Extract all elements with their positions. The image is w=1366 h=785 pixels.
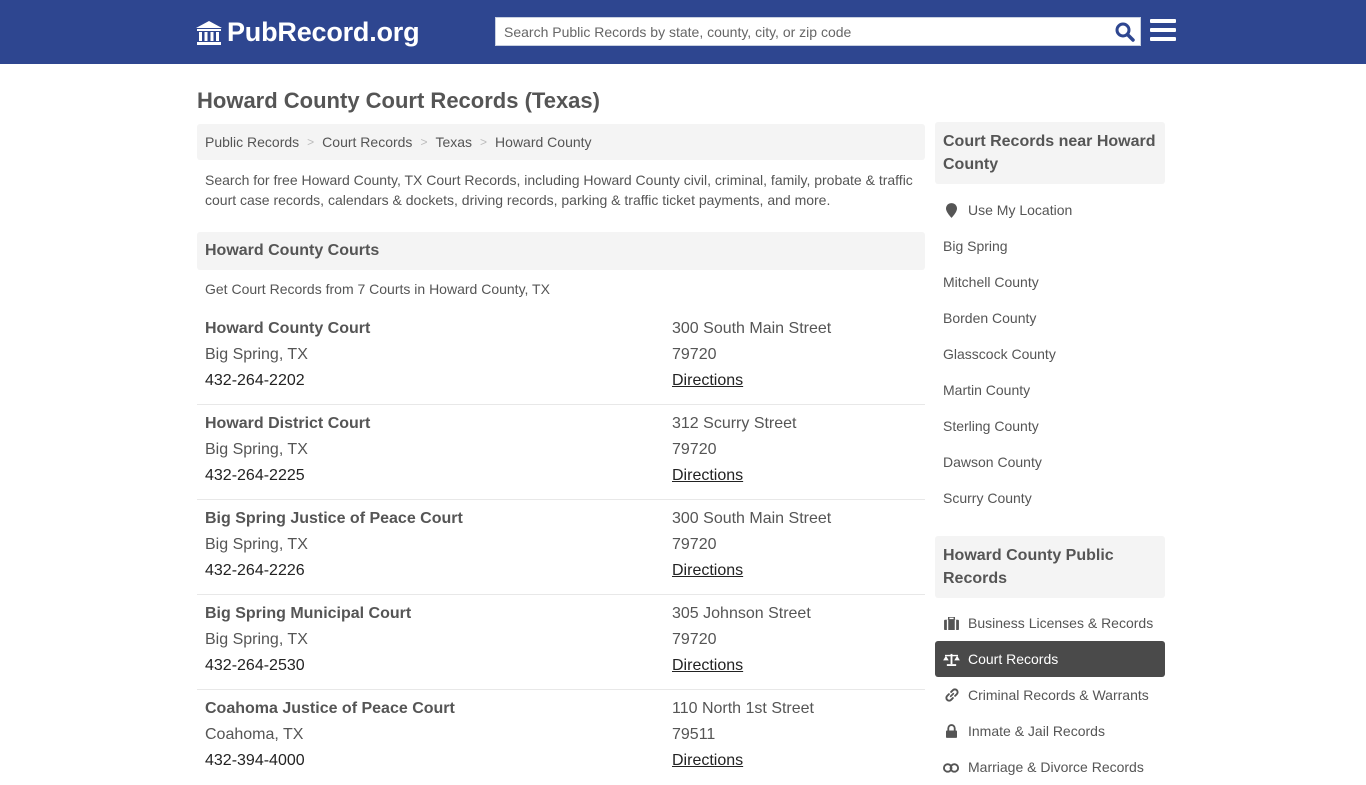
courts-section-heading: Howard County Courts [197,232,925,270]
menu-bar [1150,28,1176,32]
breadcrumb-separator: > [307,135,315,149]
menu-bar [1150,19,1176,23]
court-address: 300 South Main Street [672,320,832,337]
court-item: Coahoma Justice of Peace Court Coahoma, … [197,690,925,785]
court-item: Big Spring Municipal Court Big Spring, T… [197,595,925,690]
nearby-link[interactable]: Sterling County [935,408,1165,444]
court-name[interactable]: Big Spring Justice of Peace Court [205,510,463,528]
directions-link[interactable]: Directions [672,562,743,580]
nearby-link[interactable]: Scurry County [935,480,1165,516]
public-record-marriage-divorce[interactable]: Marriage & Divorce Records [935,749,1165,785]
public-record-label: Inmate & Jail Records [968,723,1105,739]
court-address: 312 Scurry Street [672,415,797,432]
court-address: 110 North 1st Street [672,700,814,717]
scales-icon [943,651,960,667]
page-title: Howard County Court Records (Texas) [197,88,600,113]
public-record-label: Criminal Records & Warrants [968,687,1149,703]
public-record-court-records[interactable]: Court Records [935,641,1165,677]
use-my-location-link[interactable]: Use My Location [935,192,1165,228]
court-name[interactable]: Coahoma Justice of Peace Court [205,700,455,718]
court-name[interactable]: Howard District Court [205,415,370,433]
hamburger-menu-button[interactable] [1150,19,1176,43]
search-icon [1115,22,1135,42]
search-box [495,17,1141,46]
map-marker-icon [943,202,960,218]
briefcase-icon [943,615,960,631]
court-city: Big Spring, TX [205,631,308,648]
nearby-heading: Court Records near Howard County [935,122,1165,184]
court-phone[interactable]: 432-264-2226 [205,562,305,580]
directions-link[interactable]: Directions [672,372,743,390]
directions-link[interactable]: Directions [672,467,743,485]
court-item: Howard District Court Big Spring, TX 432… [197,405,925,500]
nearby-link[interactable]: Big Spring [935,228,1165,264]
public-record-criminal-records[interactable]: Criminal Records & Warrants [935,677,1165,713]
court-phone[interactable]: 432-264-2225 [205,467,305,485]
court-item: Howard County Court Big Spring, TX 432-2… [197,310,925,405]
search-button[interactable] [1114,21,1136,43]
directions-link[interactable]: Directions [672,752,743,770]
lock-icon [943,723,960,739]
court-name[interactable]: Big Spring Municipal Court [205,605,411,623]
public-record-business-licenses[interactable]: Business Licenses & Records [935,605,1165,641]
intro-text: Search for free Howard County, TX Court … [205,172,913,208]
courts-list: Howard County Court Big Spring, TX 432-2… [197,310,925,785]
menu-bar [1150,37,1176,41]
court-city: Big Spring, TX [205,441,308,458]
courts-section-subheading: Get Court Records from 7 Courts in Howar… [205,281,550,297]
court-phone[interactable]: 432-394-4000 [205,752,305,770]
breadcrumb-court-records[interactable]: Court Records [322,134,412,150]
nearby-list: Use My Location Big Spring Mitchell Coun… [935,192,1165,516]
court-zip: 79511 [672,726,716,743]
court-zip: 79720 [672,441,717,458]
court-zip: 79720 [672,631,717,648]
breadcrumb-current: Howard County [495,134,592,150]
nearby-link[interactable]: Glasscock County [935,336,1165,372]
public-records-heading: Howard County Public Records [935,536,1165,598]
breadcrumb: Public Records > Court Records > Texas >… [197,124,925,160]
court-name[interactable]: Howard County Court [205,320,370,338]
nearby-link[interactable]: Mitchell County [935,264,1165,300]
court-item: Big Spring Justice of Peace Court Big Sp… [197,500,925,595]
nearby-link[interactable]: Borden County [935,300,1165,336]
public-record-label: Business Licenses & Records [968,615,1154,631]
court-city: Big Spring, TX [205,536,308,553]
search-input[interactable] [496,18,1096,45]
site-logo[interactable]: PubRecord.org [195,17,420,48]
public-record-label: Court Records [968,651,1059,667]
courthouse-icon [196,20,222,45]
logo-text: PubRecord.org [227,17,420,47]
court-city: Coahoma, TX [205,726,304,743]
rings-icon [943,759,960,775]
public-record-label: Marriage & Divorce Records [968,759,1144,775]
top-navbar: PubRecord.org [0,0,1366,64]
public-records-list: Business Licenses & Records Court Record… [935,605,1165,785]
breadcrumb-texas[interactable]: Texas [435,134,472,150]
court-address: 300 South Main Street [672,510,832,527]
court-phone[interactable]: 432-264-2530 [205,657,305,675]
link-icon [943,687,960,703]
breadcrumb-public-records[interactable]: Public Records [205,134,299,150]
breadcrumb-separator: > [480,135,488,149]
court-zip: 79720 [672,346,717,363]
public-record-inmate-records[interactable]: Inmate & Jail Records [935,713,1165,749]
court-city: Big Spring, TX [205,346,308,363]
use-my-location-label: Use My Location [968,202,1073,218]
court-address: 305 Johnson Street [672,605,811,622]
nearby-link[interactable]: Martin County [935,372,1165,408]
nearby-link[interactable]: Dawson County [935,444,1165,480]
court-phone[interactable]: 432-264-2202 [205,372,305,390]
court-zip: 79720 [672,536,717,553]
breadcrumb-separator: > [420,135,428,149]
directions-link[interactable]: Directions [672,657,743,675]
